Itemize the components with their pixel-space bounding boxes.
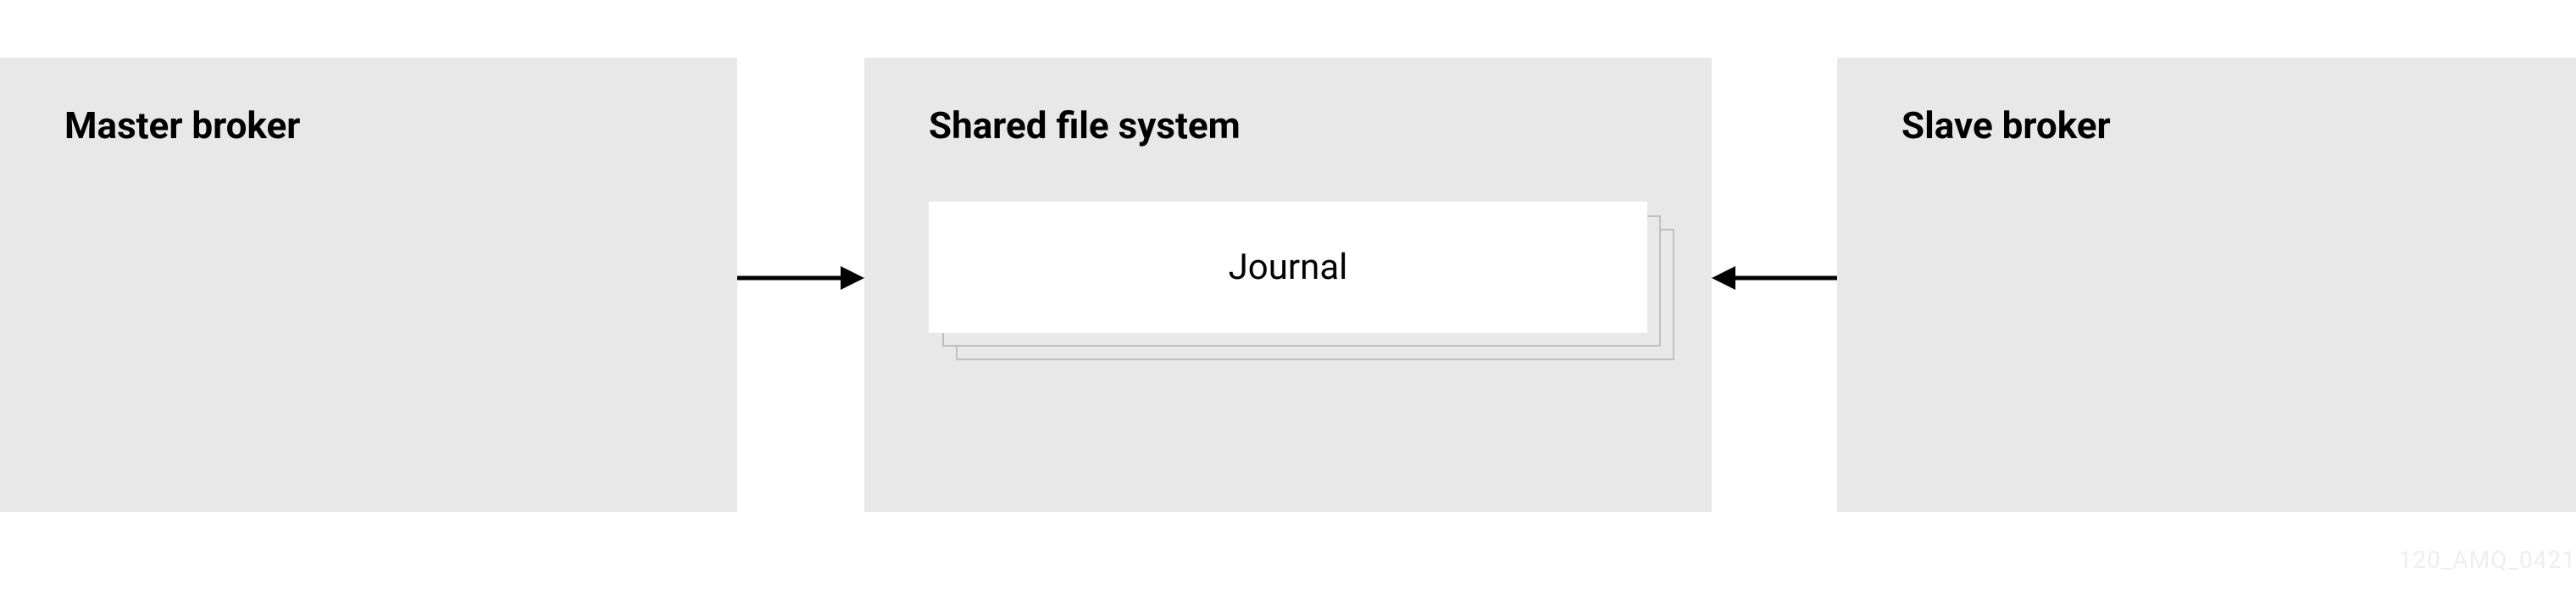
watermark-text: 120_AMQ_0421 xyxy=(2399,546,2576,574)
shared-file-system-box: Shared file system Journal xyxy=(864,58,1712,512)
shared-file-system-title: Shared file system xyxy=(864,58,1712,147)
journal-stack: Journal xyxy=(929,202,1647,350)
arrow-right-icon xyxy=(737,261,864,295)
slave-broker-box: Slave broker xyxy=(1837,58,2576,512)
master-broker-box: Master broker xyxy=(0,58,737,512)
journal-label: Journal xyxy=(1229,247,1348,288)
journal-box: Journal xyxy=(929,202,1647,333)
master-broker-title: Master broker xyxy=(0,58,737,147)
slave-broker-title: Slave broker xyxy=(1837,58,2576,147)
diagram-container: Master broker Shared file system Journal… xyxy=(0,0,2576,606)
arrow-left-icon xyxy=(1712,261,1837,295)
